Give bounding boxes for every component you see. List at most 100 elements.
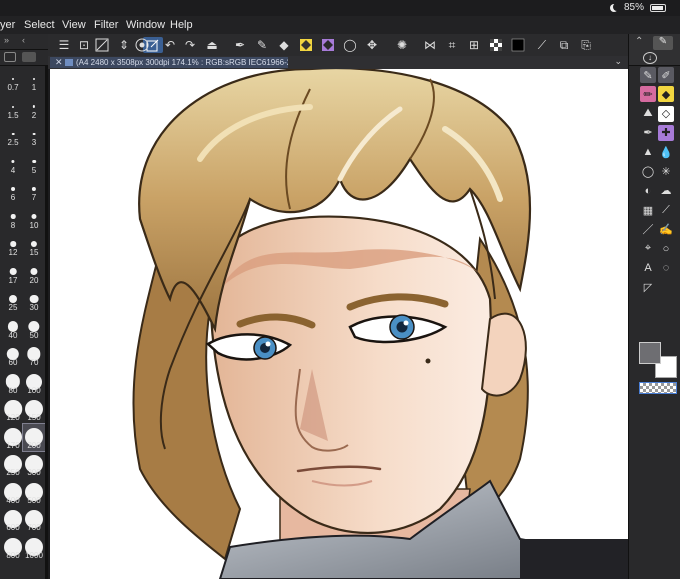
brush-size-15[interactable]: 15 [23, 231, 45, 258]
redo-icon[interactable]: ↷ [182, 37, 198, 53]
sticker-icon[interactable]: ✚ [658, 124, 674, 141]
mountain-icon[interactable]: ⛰ [640, 106, 656, 122]
menu-window[interactable]: Window [126, 19, 165, 31]
menu-help[interactable]: Help [170, 19, 193, 31]
pen-tool-icon[interactable]: ✎ [640, 67, 656, 83]
drawing-canvas[interactable] [50, 69, 628, 579]
brush-size-500[interactable]: 500 [23, 479, 45, 506]
lasso-icon[interactable]: ◯ [342, 37, 358, 53]
brush-size-70[interactable]: 70 [23, 341, 45, 368]
blend-icon[interactable]: ◐ [640, 183, 656, 199]
collapse-left-icon[interactable]: » [4, 35, 9, 45]
brush-size-250[interactable]: 250 [2, 451, 24, 478]
brush-size-100[interactable]: 100 [23, 369, 45, 396]
brush-size-25[interactable]: 25 [2, 286, 24, 313]
brush-size-1[interactable]: 1 [23, 66, 45, 93]
frame-icon[interactable]: ◸ [640, 279, 656, 295]
ruler-icon[interactable]: ⟋ [534, 37, 550, 53]
brush-size-400[interactable]: 400 [2, 479, 24, 506]
brush-size-17[interactable]: 17 [2, 259, 24, 286]
menu-icon[interactable]: ☰ [56, 37, 72, 53]
circle-icon[interactable]: ○ [658, 241, 674, 257]
brush-size-2-5[interactable]: 2.5 [2, 121, 24, 148]
transform-icon[interactable]: ⌗ [444, 37, 460, 53]
brush-size-0-7[interactable]: 0.7 [2, 66, 24, 93]
brush-size-150[interactable]: 150 [23, 396, 45, 423]
copy-icon[interactable]: ⧉ [556, 37, 572, 53]
cut-diamond-icon[interactable] [298, 37, 314, 53]
checker-icon[interactable] [488, 37, 504, 53]
navigator-icon[interactable] [134, 37, 150, 53]
brush-tool-icon[interactable]: ✐ [658, 67, 674, 83]
move-icon[interactable]: ✥ [364, 37, 380, 53]
brush-size-4[interactable]: 4 [2, 149, 24, 176]
brush-size-3[interactable]: 3 [23, 121, 45, 148]
brush-size-170[interactable]: 170 [2, 424, 24, 451]
brush-size-60[interactable]: 60 [2, 341, 24, 368]
brush-size-120[interactable]: 120 [2, 396, 24, 423]
chevron-up-icon[interactable]: ⌃ [635, 36, 643, 47]
expand-icon[interactable]: ⊡ [76, 37, 92, 53]
brush-size-200[interactable]: 200 [22, 422, 46, 452]
brush-size-10[interactable]: 10 [23, 204, 45, 231]
brush-size-30[interactable]: 30 [23, 286, 45, 313]
document-tab[interactable]: ✕ (A4 2480 x 3508px 300dpi 174.1% : RGB:… [50, 57, 288, 68]
brush-tab-icon[interactable]: ✎ [653, 36, 673, 50]
brush-size-50[interactable]: 50 [23, 314, 45, 341]
brush-size-scrollbar[interactable] [45, 66, 48, 579]
lasso-tool-icon[interactable]: ◯ [640, 164, 656, 180]
chevron-left-icon[interactable]: ‹ [22, 35, 25, 45]
paste-icon[interactable]: ⎘ [578, 37, 594, 53]
eraser-icon[interactable]: ✏ [640, 86, 656, 103]
brush-size-20[interactable]: 20 [23, 259, 45, 286]
brush-size-600[interactable]: 600 [2, 506, 24, 533]
brush-size-2[interactable]: 2 [23, 94, 45, 121]
undo-icon[interactable]: ↶ [162, 37, 178, 53]
brush-size-6[interactable]: 6 [2, 176, 24, 203]
grid-icon[interactable]: ⊞ [466, 37, 482, 53]
brush-size-700[interactable]: 700 [23, 506, 45, 533]
purple-diamond-icon[interactable] [320, 37, 336, 53]
brush-size-300[interactable]: 300 [23, 451, 45, 478]
brush-size-tab-icon[interactable] [4, 52, 16, 62]
ruler-tool-icon[interactable]: ⟋ [658, 202, 674, 218]
menu-view[interactable]: View [62, 19, 86, 31]
pencil-icon[interactable]: ✎ [254, 37, 270, 53]
clear-icon[interactable]: ⏏ [204, 37, 220, 53]
fill-bucket-icon[interactable]: ▲ [640, 144, 656, 160]
gradient-icon[interactable]: ▦ [640, 202, 656, 218]
download-icon[interactable]: ↓ [643, 52, 657, 64]
brush-size-40[interactable]: 40 [2, 314, 24, 341]
transparent-color-swatch[interactable] [639, 382, 677, 394]
close-icon[interactable]: ✕ [55, 57, 63, 68]
spinner-icon[interactable]: ✺ [394, 37, 410, 53]
fill-icon[interactable]: ◆ [276, 37, 292, 53]
select-tool-icon[interactable] [94, 37, 110, 53]
yellow-diamond-icon[interactable]: ◆ [658, 86, 674, 103]
brush-size-active-tab-icon[interactable] [22, 52, 36, 62]
brush-size-800[interactable]: 800 [2, 534, 24, 561]
arrows-icon[interactable]: ⇕ [116, 37, 132, 53]
brush-size-5[interactable]: 5 [23, 149, 45, 176]
main-color-swatch[interactable] [639, 342, 661, 364]
drop-icon[interactable]: 💧 [658, 144, 674, 160]
smudge-icon[interactable]: ☁ [658, 183, 674, 199]
flip-icon[interactable]: ⋈ [422, 37, 438, 53]
pen-icon[interactable]: ✒ [232, 37, 248, 53]
brush-size-7[interactable]: 7 [23, 176, 45, 203]
text-icon[interactable]: A [640, 260, 656, 276]
menu-select[interactable]: Select [24, 19, 55, 31]
balloon-icon[interactable]: ◌ [658, 260, 674, 276]
brush-size-80[interactable]: 80 [2, 369, 24, 396]
brush-line-icon[interactable]: ／ [640, 221, 656, 237]
magic-wand-icon[interactable]: ✳ [658, 164, 674, 180]
brush-size-1-5[interactable]: 1.5 [2, 94, 24, 121]
ink-bottle-icon[interactable]: ◇ [658, 105, 674, 122]
menu-filter[interactable]: Filter [94, 19, 118, 31]
pen-nib-icon[interactable]: ✒ [640, 125, 656, 141]
eyedropper-icon[interactable]: ✍ [658, 221, 674, 237]
menu-layer[interactable]: yer [0, 19, 15, 31]
black-square-icon[interactable] [510, 37, 526, 53]
chevron-down-icon[interactable]: ⌄ [614, 56, 622, 67]
brush-size-8[interactable]: 8 [2, 204, 24, 231]
